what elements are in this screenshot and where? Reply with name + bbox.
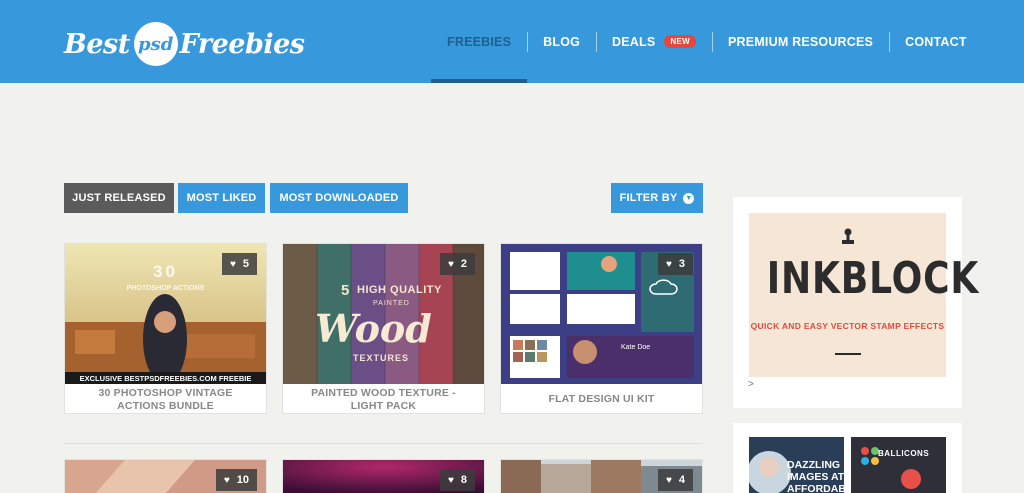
card-thumbnail[interactable]: ♥ 8 xyxy=(283,460,484,493)
nav-deals-label: DEALS xyxy=(612,34,656,49)
card-title[interactable]: PAINTED WOOD TEXTURE - LIGHT PACK xyxy=(283,384,484,415)
ad-dazzling-text: DAZZLING IMAGES AT AFFORDABLE xyxy=(787,459,844,493)
logo-badge: psd xyxy=(133,22,178,66)
heart-icon: ♥ xyxy=(223,474,230,486)
like-counter[interactable]: ♥ 5 xyxy=(221,253,257,275)
freebie-card[interactable]: ♥ 4 xyxy=(500,459,703,493)
card-thumbnail[interactable]: 30 PHOTOSHOP ACTIONS EXCLUSIVE BESTPSDFR… xyxy=(65,244,266,384)
card-thumbnail[interactable]: Kate Doe ♥ 3 xyxy=(501,244,702,384)
nav-blog-label: BLOG xyxy=(543,34,581,49)
site-header: Best psd Freebies FREEBIES BLOG DEALS NEW… xyxy=(0,0,1024,83)
nav-premium-label: PREMIUM RESOURCES xyxy=(728,34,874,49)
like-count: 2 xyxy=(460,258,467,270)
thumb-line1: HIGH QUALITY xyxy=(357,284,442,296)
ad-caret: > xyxy=(748,379,754,390)
like-counter[interactable]: ♥ 8 xyxy=(439,469,475,491)
heart-icon: ♥ xyxy=(665,474,672,486)
filter-by-button[interactable]: FILTER BY ▼ xyxy=(611,183,703,213)
chevron-down-icon: ▼ xyxy=(683,192,695,204)
filter-by-label: FILTER BY xyxy=(619,192,678,204)
nav-premium-resources[interactable]: PREMIUM RESOURCES xyxy=(712,0,889,83)
thumb-word: Wood xyxy=(315,306,432,351)
ad-subtitle: QUICK AND EASY VECTOR STAMP EFFECTS xyxy=(750,321,945,331)
like-counter[interactable]: ♥ 10 xyxy=(215,469,257,491)
site-logo[interactable]: Best psd Freebies xyxy=(64,22,305,66)
like-count: 5 xyxy=(242,258,249,270)
nav-deals[interactable]: DEALS NEW xyxy=(596,0,712,83)
sidebar-ad-2: DAZZLING IMAGES AT AFFORDABLE BALLICONS xyxy=(733,423,962,493)
freebie-card[interactable]: ♥ 10 xyxy=(64,459,267,493)
ad-divider xyxy=(835,353,861,355)
ad-dazzling-images[interactable]: DAZZLING IMAGES AT AFFORDABLE xyxy=(749,437,844,493)
thumb-line3: TEXTURES xyxy=(353,353,410,363)
like-counter[interactable]: ♥ 3 xyxy=(657,253,693,275)
nav-contact-label: CONTACT xyxy=(905,34,967,49)
main-nav: FREEBIES BLOG DEALS NEW PREMIUM RESOURCES… xyxy=(431,0,983,83)
heart-icon: ♥ xyxy=(447,474,454,486)
nav-freebies[interactable]: FREEBIES xyxy=(431,0,528,83)
heart-icon: ♥ xyxy=(229,258,236,270)
thumb-number: 5 xyxy=(341,282,350,299)
tab-most-downloaded[interactable]: MOST DOWNLOADED xyxy=(270,183,408,213)
heart-icon: ♥ xyxy=(665,258,672,270)
card-title[interactable]: FLAT DESIGN UI KIT xyxy=(501,384,702,415)
tab-just-released[interactable]: JUST RELEASED xyxy=(64,183,174,213)
like-count: 3 xyxy=(678,258,685,270)
like-counter[interactable]: ♥ 4 xyxy=(657,469,693,491)
thumb-subtitle: PHOTOSHOP ACTIONS xyxy=(126,285,205,292)
card-thumbnail[interactable]: ♥ 10 xyxy=(65,460,266,493)
ad-title: INKBLOCK xyxy=(766,253,980,304)
ad-banner[interactable]: INKBLOCK QUICK AND EASY VECTOR STAMP EFF… xyxy=(749,213,980,377)
card-title[interactable]: 30 PHOTOSHOP VINTAGE ACTIONS BUNDLE xyxy=(65,384,266,415)
tab-most-liked[interactable]: MOST LIKED xyxy=(178,183,265,213)
thumb-name: Kate Doe xyxy=(621,344,651,351)
freebie-card[interactable]: ♥ 8 xyxy=(282,459,485,493)
card-thumbnail[interactable]: 5 HIGH QUALITY PAINTED Wood TEXTURES ♥ 2 xyxy=(283,244,484,384)
nav-blog[interactable]: BLOG xyxy=(527,0,596,83)
ad-ballicons-text: BALLICONS xyxy=(878,449,930,458)
sidebar-ad[interactable]: INKBLOCK QUICK AND EASY VECTOR STAMP EFF… xyxy=(733,197,980,408)
thumb-banner: EXCLUSIVE BESTPSDFREEBIES.COM FREEBIE xyxy=(79,374,252,383)
card-thumbnail[interactable]: ♥ 4 xyxy=(501,460,702,493)
nav-contact[interactable]: CONTACT xyxy=(889,0,983,83)
like-counter[interactable]: ♥ 2 xyxy=(439,253,475,275)
logo-word-freebies: Freebies xyxy=(179,28,305,60)
new-badge: NEW xyxy=(664,35,696,48)
freebie-card[interactable]: 5 HIGH QUALITY PAINTED Wood TEXTURES ♥ 2 … xyxy=(282,243,485,414)
nav-freebies-label: FREEBIES xyxy=(447,34,512,49)
freebie-card[interactable]: Kate Doe ♥ 3 FLAT DESIGN UI KIT xyxy=(500,243,703,414)
like-count: 8 xyxy=(460,474,467,486)
heart-icon: ♥ xyxy=(447,258,454,270)
like-count: 10 xyxy=(236,474,249,486)
freebie-card[interactable]: 30 PHOTOSHOP ACTIONS EXCLUSIVE BESTPSDFR… xyxy=(64,243,267,414)
logo-word-best: Best xyxy=(64,28,130,60)
row-separator xyxy=(64,443,703,444)
stamp-icon xyxy=(842,228,854,244)
ad-ballicons[interactable]: BALLICONS xyxy=(851,437,946,493)
like-count: 4 xyxy=(678,474,685,486)
